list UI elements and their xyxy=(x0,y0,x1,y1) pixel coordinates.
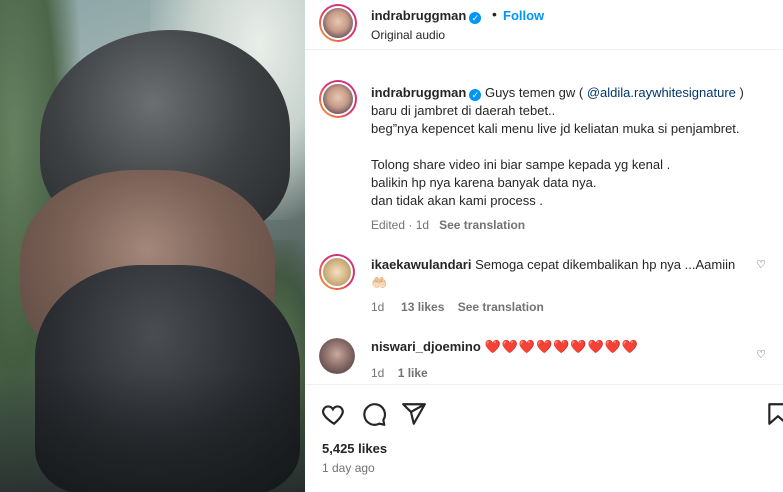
author-username-text[interactable]: indrabruggman xyxy=(371,8,466,23)
caption-see-translation[interactable]: See translation xyxy=(439,218,525,232)
caption-author-username[interactable]: indrabruggman xyxy=(371,85,466,100)
heart-icon[interactable] xyxy=(321,401,347,427)
comment-body: niswari_djoemino ❤️❤️❤️❤️❤️❤️❤️❤️❤️ 1d 1… xyxy=(371,338,766,382)
comment-time[interactable]: 1d xyxy=(371,366,384,380)
author-avatar[interactable] xyxy=(319,4,357,42)
original-audio-link[interactable]: Original audio xyxy=(371,28,445,42)
caption-line-2: baru di jambret di daerah tebet.. xyxy=(371,103,556,118)
comment-body: ikaekawulandari Semoga cepat dikembalika… xyxy=(371,256,766,316)
commenter-avatar[interactable] xyxy=(319,338,355,374)
video-bottom-shadow xyxy=(0,372,305,492)
comment-like-heart-icon[interactable]: ♡ xyxy=(756,256,766,274)
caption-meta: Edited · 1d See translation xyxy=(371,216,776,234)
author-username[interactable]: indrabruggman ✓ xyxy=(371,8,482,24)
comment-emoji: 🤲🏻 xyxy=(371,275,388,290)
caption-author-avatar[interactable] xyxy=(319,80,357,118)
post-actions: 5,425 likes 1 day ago xyxy=(305,384,783,492)
comment-bubble-icon[interactable] xyxy=(361,401,387,427)
caption-meta-dot: · xyxy=(408,218,413,232)
bookmark-icon[interactable] xyxy=(765,401,783,427)
comment-username[interactable]: niswari_djoemino xyxy=(371,339,481,354)
caption-line-7: dan tidak akan kami process . xyxy=(371,193,543,208)
caption-edited: Edited xyxy=(371,218,406,232)
post-likes-count[interactable]: 5,425 likes xyxy=(322,441,387,456)
follow-button[interactable]: Follow xyxy=(503,8,544,23)
caption-line-3: beg”nya kepencet kali menu live jd kelia… xyxy=(371,121,740,136)
caption-line-6: balikin hp nya karena banyak data nya. xyxy=(371,175,597,190)
comment-text: ❤️❤️❤️❤️❤️❤️❤️❤️❤️ xyxy=(484,339,640,354)
header-separator: • xyxy=(492,6,497,22)
comment-see-translation[interactable]: See translation xyxy=(458,300,544,314)
comment-time[interactable]: 1d xyxy=(371,300,384,314)
caption-line-5: Tolong share video ini biar sampe kepada… xyxy=(371,157,671,172)
caption-time[interactable]: 1d xyxy=(416,218,429,232)
post-panel: indrabruggman ✓ • Follow Original audio i… xyxy=(305,0,783,492)
paper-plane-icon[interactable] xyxy=(401,401,427,427)
comment-username[interactable]: ikaekawulandari xyxy=(371,257,471,272)
verified-badge-icon: ✓ xyxy=(469,89,482,101)
comment-text: Semoga cepat dikembalikan hp nya ...Aami… xyxy=(475,257,736,272)
commenter-avatar[interactable] xyxy=(319,254,355,290)
video-player[interactable] xyxy=(0,0,305,492)
post-header: indrabruggman ✓ • Follow Original audio xyxy=(305,0,783,50)
caption-mention-link[interactable]: @aldila.raywhitesignature xyxy=(587,85,736,100)
caption-text: indrabruggman ✓ Guys temen gw ( @aldila.r… xyxy=(371,84,776,234)
comment-meta: 1d 1 like xyxy=(371,364,763,382)
caption-line-1-suffix: ) xyxy=(735,85,744,100)
comment-like-heart-icon[interactable]: ♡ xyxy=(756,346,766,364)
comment-likes[interactable]: 1 like xyxy=(398,366,428,380)
post-timestamp[interactable]: 1 day ago xyxy=(322,461,375,475)
caption-line-1-prefix: Guys temen gw ( xyxy=(484,85,587,100)
verified-badge-icon: ✓ xyxy=(469,12,482,24)
comment-likes[interactable]: 13 likes xyxy=(401,300,444,314)
comment-meta: 1d 13 likes See translation xyxy=(371,298,763,316)
